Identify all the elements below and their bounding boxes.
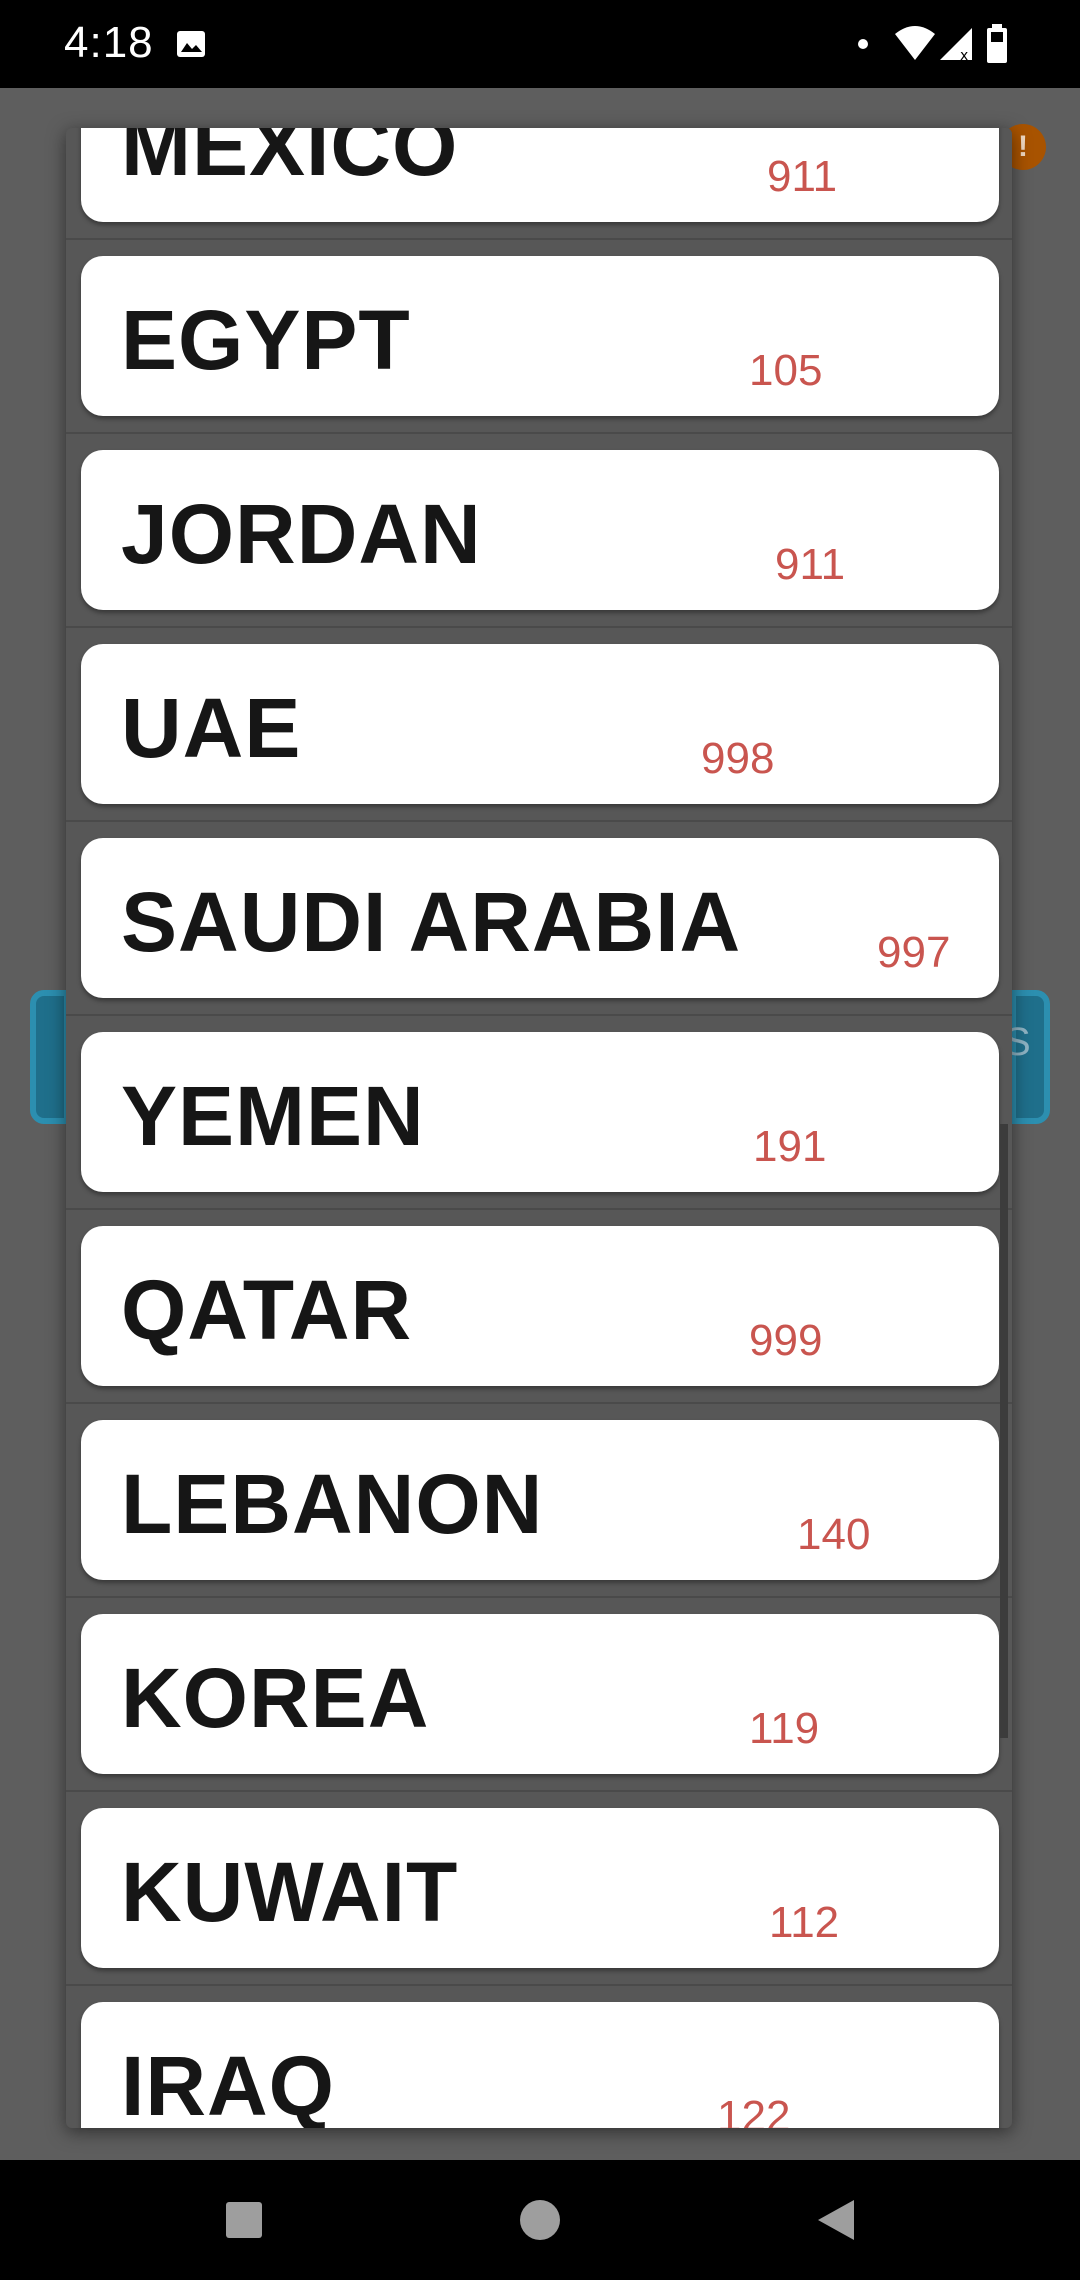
- emergency-code: 911: [775, 540, 846, 589]
- emergency-code: 997: [877, 928, 951, 977]
- country-card[interactable]: MEXICO 911: [81, 128, 999, 222]
- country-card[interactable]: QATAR 999: [81, 1226, 999, 1386]
- emergency-code: 140: [797, 1510, 871, 1559]
- svg-text:x: x: [960, 48, 968, 62]
- list-item[interactable]: YEMEN 191: [66, 1016, 1012, 1210]
- country-name: YEMEN: [121, 1069, 425, 1163]
- emergency-code: 122: [717, 2092, 791, 2128]
- notification-dot-icon: [858, 39, 868, 49]
- country-card[interactable]: IRAQ 122: [81, 2002, 999, 2128]
- cellular-signal-icon: x: [940, 28, 972, 62]
- navigation-bar: [0, 2160, 1080, 2280]
- country-name: IRAQ: [121, 2039, 335, 2128]
- list-item[interactable]: KUWAIT 112: [66, 1792, 1012, 1986]
- recents-icon[interactable]: [226, 2202, 262, 2238]
- country-card[interactable]: YEMEN 191: [81, 1032, 999, 1192]
- home-icon[interactable]: [520, 2200, 560, 2240]
- emergency-code: 998: [701, 734, 775, 783]
- list-item[interactable]: MEXICO 911: [66, 128, 1012, 240]
- list-item[interactable]: LEBANON 140: [66, 1404, 1012, 1598]
- country-name: KOREA: [121, 1651, 430, 1745]
- battery-icon: [987, 24, 1007, 63]
- list-item[interactable]: QATAR 999: [66, 1210, 1012, 1404]
- country-name: LEBANON: [121, 1457, 544, 1551]
- country-name: KUWAIT: [121, 1845, 459, 1939]
- country-list[interactable]: MEXICO 911 EGYPT 105 JORDAN 911 UAE 998: [66, 128, 1012, 2128]
- list-item[interactable]: EGYPT 105: [66, 240, 1012, 434]
- status-bar: 4:18 x: [0, 0, 1080, 88]
- country-card[interactable]: EGYPT 105: [81, 256, 999, 416]
- image-icon: [177, 31, 205, 57]
- emergency-code: 191: [753, 1122, 827, 1171]
- country-card[interactable]: LEBANON 140: [81, 1420, 999, 1580]
- country-card[interactable]: KUWAIT 112: [81, 1808, 999, 1968]
- emergency-code: 911: [767, 152, 838, 201]
- country-card[interactable]: JORDAN 911: [81, 450, 999, 610]
- country-card[interactable]: UAE 998: [81, 644, 999, 804]
- status-time: 4:18: [64, 18, 154, 67]
- country-name: SAUDI ARABIA: [121, 875, 742, 969]
- country-name: JORDAN: [121, 487, 482, 581]
- list-item[interactable]: KOREA 119: [66, 1598, 1012, 1792]
- country-card[interactable]: KOREA 119: [81, 1614, 999, 1774]
- emergency-code: 105: [749, 346, 823, 395]
- country-name: QATAR: [121, 1263, 413, 1357]
- list-item[interactable]: IRAQ 122: [66, 1986, 1012, 2128]
- country-name: UAE: [121, 681, 302, 775]
- emergency-code: 112: [769, 1898, 840, 1947]
- scrollbar[interactable]: [1000, 1124, 1008, 1738]
- country-card[interactable]: SAUDI ARABIA 997: [81, 838, 999, 998]
- background-left-button: [30, 990, 70, 1124]
- back-icon[interactable]: [816, 2198, 856, 2242]
- list-item[interactable]: UAE 998: [66, 628, 1012, 822]
- wifi-icon: [895, 26, 935, 60]
- country-picker-dialog: MEXICO 911 EGYPT 105 JORDAN 911 UAE 998: [66, 128, 1012, 2128]
- country-name: EGYPT: [121, 293, 411, 387]
- emergency-code: 999: [749, 1316, 823, 1365]
- list-item[interactable]: JORDAN 911: [66, 434, 1012, 628]
- country-name: MEXICO: [121, 128, 459, 193]
- list-item[interactable]: SAUDI ARABIA 997: [66, 822, 1012, 1016]
- emergency-code: 119: [749, 1704, 820, 1753]
